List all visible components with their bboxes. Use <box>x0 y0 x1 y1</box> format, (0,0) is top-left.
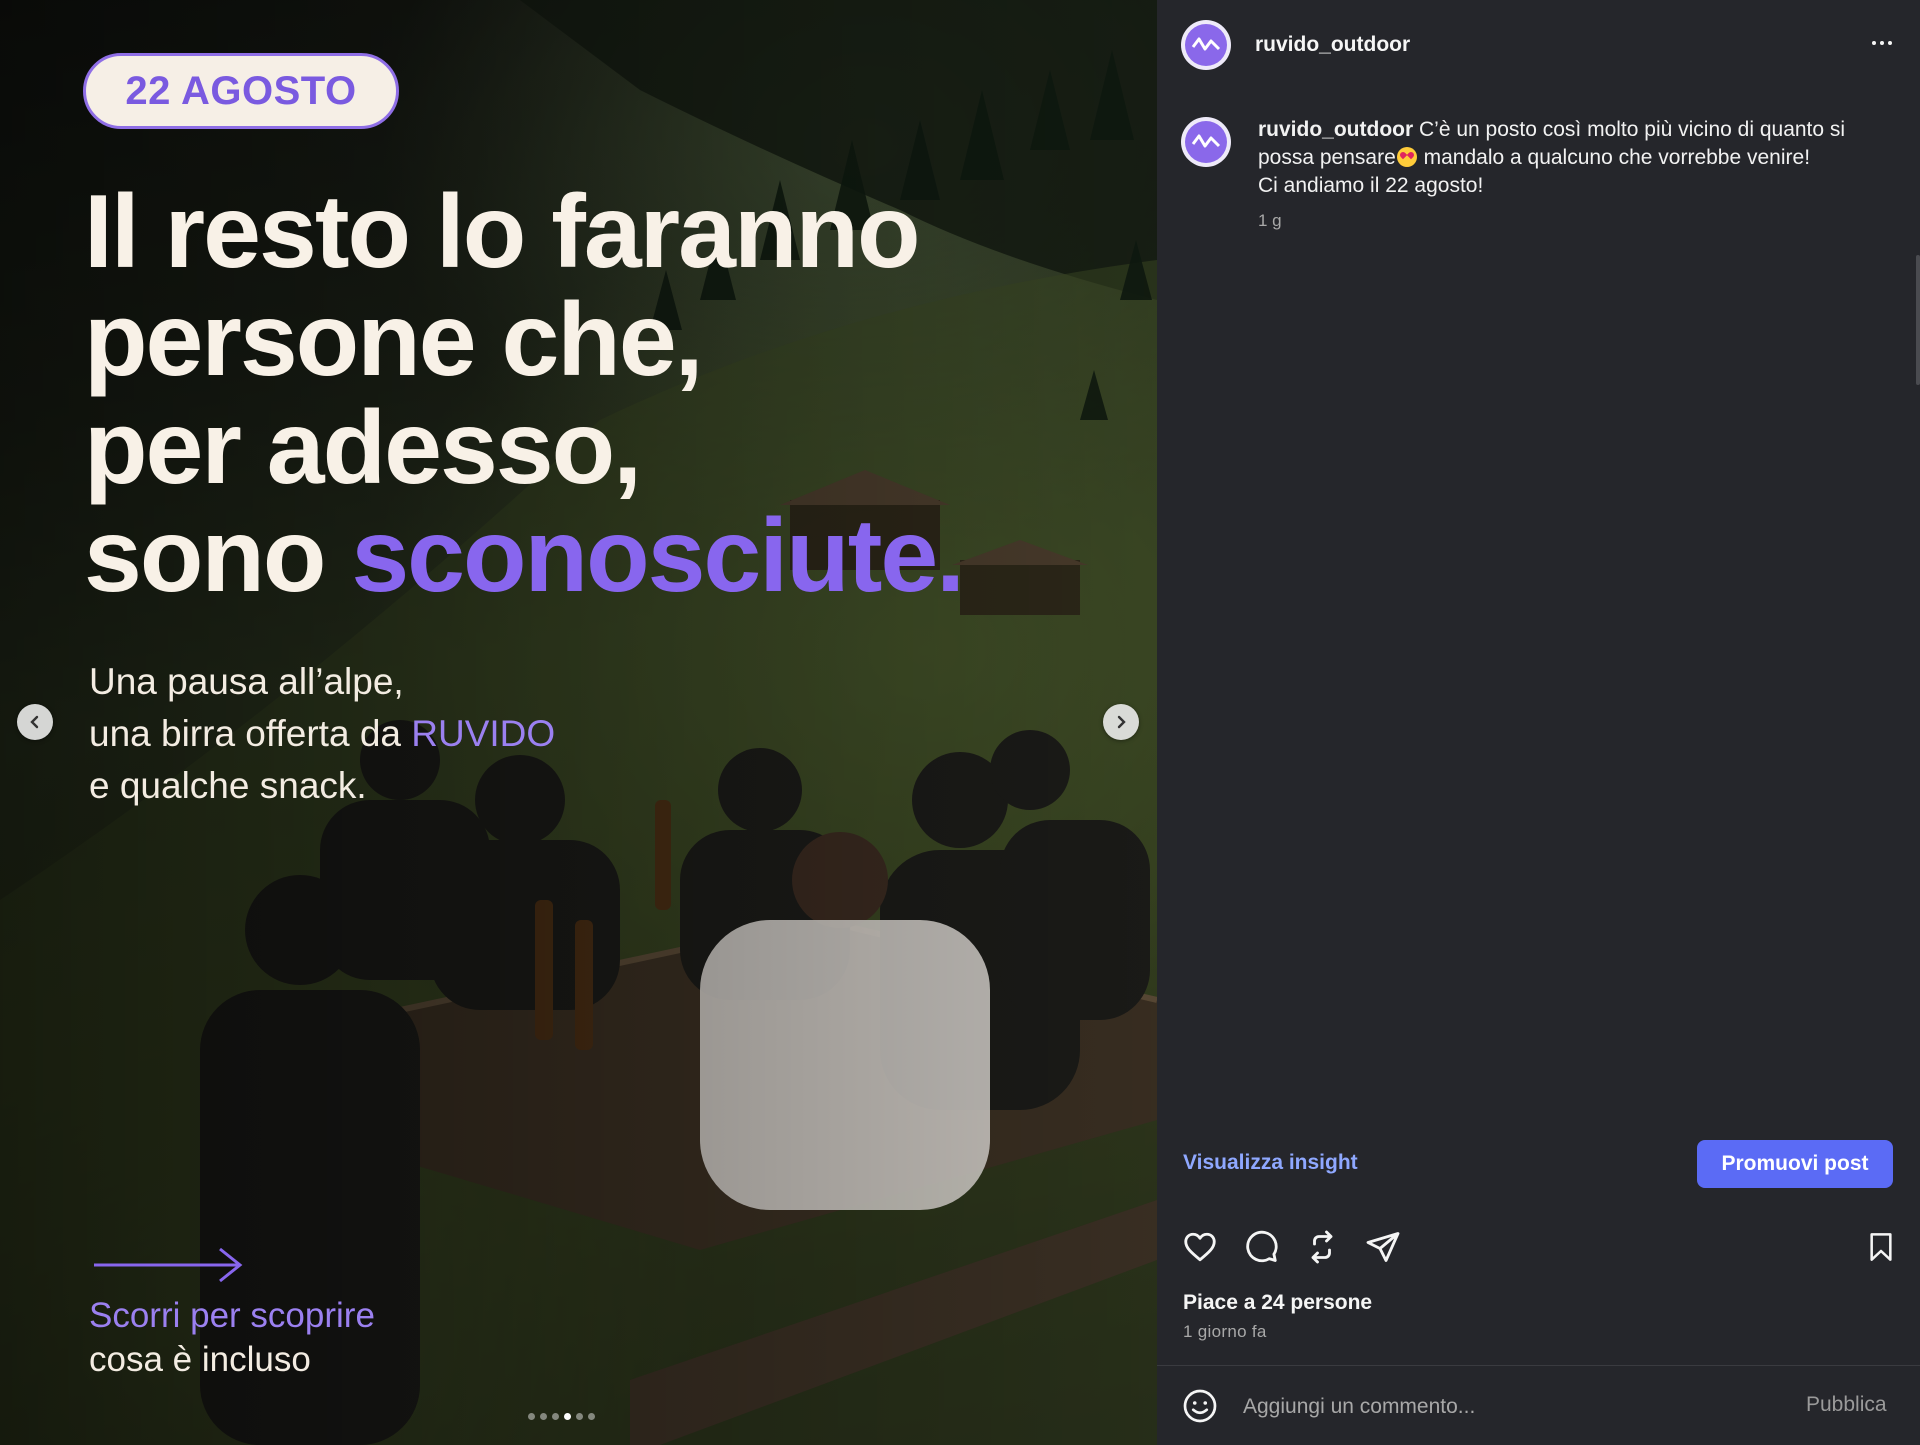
carousel-indicator <box>528 1413 595 1420</box>
post-date: 1 giorno fa <box>1183 1322 1267 1341</box>
caption-text-cont: mandalo a qualcuno che vorrebbe venire! <box>1423 146 1811 169</box>
swipe-title: Scorri per scoprire <box>89 1296 375 1335</box>
comment-input[interactable] <box>1241 1388 1745 1426</box>
save-button[interactable] <box>1862 1228 1900 1266</box>
headline-line-1: Il resto lo faranno <box>84 174 921 290</box>
publish-button[interactable]: Pubblica <box>1806 1393 1887 1417</box>
scrollbar[interactable] <box>1916 255 1920 385</box>
post-sidebar: ruvido_outdoor ruvido_outdoor C’è un pos… <box>1157 0 1920 1445</box>
carousel-dot <box>576 1413 583 1420</box>
promote-post-button[interactable]: Promuovi post <box>1697 1140 1893 1188</box>
more-horizontal-icon <box>1872 41 1876 45</box>
brand-logo-icon <box>1191 134 1221 148</box>
subcopy-line-2-plain: una birra offerta da <box>89 713 401 754</box>
post-media: 22 AGOSTO Il resto lo faranno persone ch… <box>0 0 1157 1445</box>
date-badge: 22 AGOSTO <box>83 53 399 129</box>
smiley-icon <box>1183 1389 1217 1423</box>
chevron-right-icon <box>1117 715 1126 729</box>
comment-button[interactable] <box>1242 1228 1280 1266</box>
swipe-subtitle: cosa è incluso <box>89 1340 311 1379</box>
heart-eyes-emoji-icon <box>1396 147 1417 167</box>
subcopy-line-3: e qualche snack. <box>89 765 367 806</box>
author-username[interactable]: ruvido_outdoor <box>1255 33 1410 57</box>
repost-button[interactable] <box>1303 1228 1341 1266</box>
more-options-button[interactable] <box>1862 30 1902 56</box>
arrow-right-icon <box>94 1247 243 1283</box>
headline-line-3: per adesso, <box>84 390 642 506</box>
emoji-picker-button[interactable] <box>1181 1387 1219 1425</box>
headline-accent-word: sconosciute. <box>351 498 965 614</box>
caption-avatar[interactable] <box>1181 117 1231 167</box>
send-icon <box>1366 1232 1400 1262</box>
carousel-dot <box>564 1413 571 1420</box>
post-headline: Il resto lo faranno persone che, per ade… <box>84 178 1084 610</box>
headline-line-2: persone che, <box>84 282 704 398</box>
carousel-prev-button[interactable] <box>17 704 53 740</box>
brand-name: RUVIDO <box>411 713 556 754</box>
headline-line-4: sono sconosciute. <box>84 502 1084 610</box>
carousel-dot <box>540 1413 547 1420</box>
brand-logo-icon <box>1191 37 1221 51</box>
share-button[interactable] <box>1364 1228 1402 1266</box>
caption-line-2: Ci andiamo il 22 agosto! <box>1258 174 1484 197</box>
view-insights-link[interactable]: Visualizza insight <box>1183 1151 1358 1175</box>
like-button[interactable] <box>1181 1228 1219 1266</box>
divider <box>1157 1365 1920 1366</box>
post-caption: ruvido_outdoor C’è un posto così molto p… <box>1258 116 1898 200</box>
caption-timestamp: 1 g <box>1258 211 1282 230</box>
carousel-dot <box>588 1413 595 1420</box>
chevron-left-icon <box>30 715 39 729</box>
post-subcopy: Una pausa all’alpe, una birra offerta da… <box>89 656 555 812</box>
bookmark-icon <box>1870 1233 1892 1261</box>
carousel-next-button[interactable] <box>1103 704 1139 740</box>
avatar[interactable] <box>1181 20 1231 70</box>
comment-icon <box>1246 1230 1278 1263</box>
heart-icon <box>1184 1232 1216 1262</box>
post-actions <box>1181 1228 1402 1266</box>
headline-line-4-plain: sono <box>84 498 326 614</box>
subcopy-line-1: Una pausa all’alpe, <box>89 661 404 702</box>
repost-icon <box>1311 1230 1333 1264</box>
carousel-dot <box>528 1413 535 1420</box>
subcopy-line-2: una birra offerta da RUVIDO <box>89 708 555 760</box>
caption-username[interactable]: ruvido_outdoor <box>1258 118 1413 141</box>
likes-count[interactable]: Piace a 24 persone <box>1183 1291 1372 1315</box>
carousel-dot <box>552 1413 559 1420</box>
